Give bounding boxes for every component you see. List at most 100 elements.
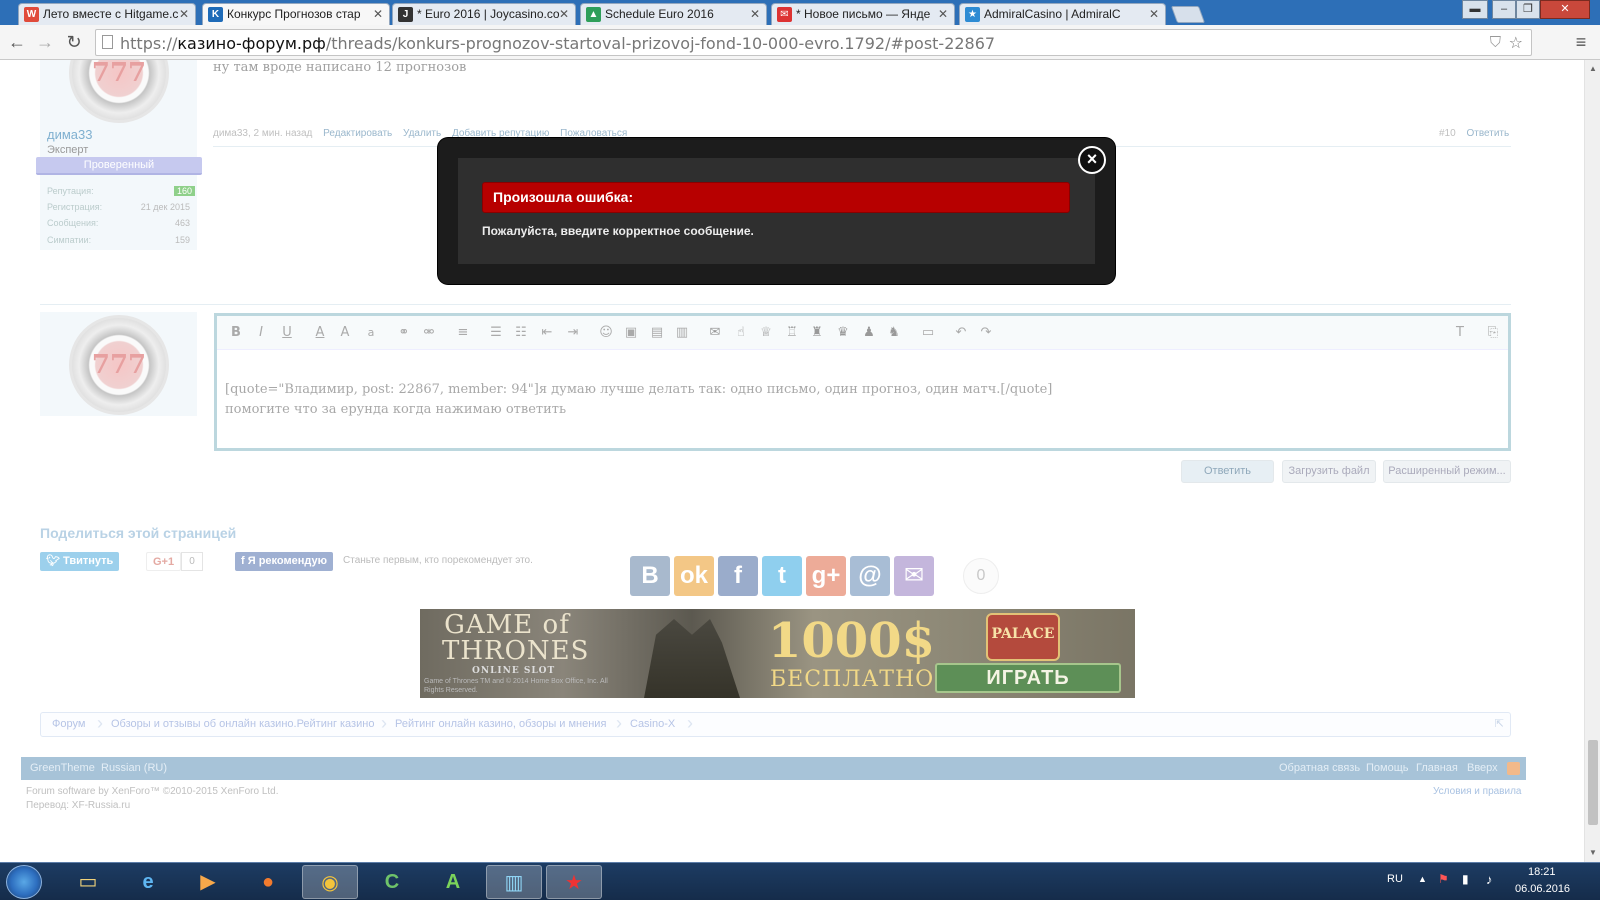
cup1-icon[interactable]: ♖ <box>783 324 801 342</box>
reply-link[interactable]: Ответить <box>1466 128 1509 139</box>
close-icon[interactable]: ✕ <box>373 4 383 25</box>
media-player-icon[interactable]: ▶ <box>180 865 236 899</box>
post-number[interactable]: #10 <box>1439 128 1456 139</box>
casino-banner[interactable]: GAME of THRONES ONLINE SLOT Game of Thro… <box>420 609 1135 698</box>
underline-icon[interactable]: U <box>278 324 296 342</box>
breadcrumb-item[interactable]: Форум <box>52 713 85 736</box>
clock-time[interactable]: 18:21 <box>1528 866 1556 878</box>
language-link[interactable]: Russian (RU) <box>101 757 167 780</box>
numbered-list-icon[interactable]: ☷ <box>512 324 530 342</box>
tweet-button[interactable]: 🐦︎ Твитнуть <box>40 552 120 571</box>
chrome-icon[interactable]: ◉ <box>302 865 358 899</box>
close-icon[interactable]: ✕ <box>559 4 569 25</box>
italic-icon[interactable]: I <box>252 324 270 342</box>
smiley-icon[interactable]: ☺ <box>597 324 615 342</box>
mailru-icon[interactable]: @ <box>850 556 890 596</box>
help-link[interactable]: Помощь <box>1366 757 1409 780</box>
theme-link[interactable]: GreenTheme <box>30 757 95 780</box>
tab-joycasino[interactable]: J * Euro 2016 | Joycasino.co ✕ <box>392 3 576 25</box>
close-icon[interactable]: ✕ <box>1149 4 1159 25</box>
new-tab-button[interactable] <box>1170 6 1206 23</box>
redo-icon[interactable]: ↷ <box>977 324 995 342</box>
address-bar[interactable]: https://казино-форум.рф/threads/konkurs-… <box>95 29 1532 56</box>
font-family-icon[interactable]: a <box>362 324 380 342</box>
back-icon[interactable]: ← <box>6 31 28 53</box>
facebook-recommend-button[interactable]: f Я рекомендую <box>235 552 333 571</box>
link-icon[interactable]: ⚭ <box>395 324 413 342</box>
jump-icon[interactable]: ⇱ <box>1495 717 1504 730</box>
reply-editor[interactable]: B I U A A a ⚭ ⚮ ≡ ☰ ☷ ⇤ ⇥ ☺ ▣ ▤ ▥ ✉ ☝ ♕ … <box>214 313 1511 451</box>
toggle-source-icon[interactable]: ⎘ <box>1484 324 1502 342</box>
unlink-icon[interactable]: ⚮ <box>420 324 438 342</box>
speech-icon[interactable]: ✉ <box>706 324 724 342</box>
scroll-thumb[interactable] <box>1588 740 1598 825</box>
tab-admiral[interactable]: ★ AdmiralCasino | AdmiralC ✕ <box>959 3 1166 25</box>
tab-konkurs[interactable]: K Конкурс Прогнозов стар ✕ <box>202 3 390 25</box>
window-close-button[interactable]: ✕ <box>1540 0 1590 19</box>
tab-hitgame[interactable]: W Лето вместе с Hitgame.c ✕ <box>18 3 196 25</box>
scroll-up-icon[interactable]: ▲ <box>1589 64 1597 73</box>
internet-explorer-icon[interactable]: e <box>120 865 176 899</box>
breadcrumb-item[interactable]: Рейтинг онлайн казино, обзоры и мнения <box>395 713 606 736</box>
pokerstars-icon[interactable]: ★ <box>546 865 602 899</box>
bookmark-star-icon[interactable]: ☆ <box>1509 33 1523 53</box>
bullet-list-icon[interactable]: ☰ <box>487 324 505 342</box>
avatar[interactable]: 777 <box>69 315 169 415</box>
minimize-button[interactable]: – <box>1492 0 1516 19</box>
language-indicator[interactable]: RU <box>1387 873 1403 885</box>
close-icon[interactable]: ✕ <box>750 4 760 25</box>
page-scrollbar[interactable]: ▲ ▼ <box>1584 60 1600 862</box>
cup2-icon[interactable]: ♜ <box>808 324 826 342</box>
advanced-mode-button[interactable]: Расширенный режим... <box>1383 460 1511 483</box>
reply-button[interactable]: Ответить <box>1181 460 1274 483</box>
editor-text[interactable]: [quote="Владимир, post: 22867, member: 9… <box>225 380 1052 420</box>
home-link[interactable]: Главная <box>1416 757 1458 780</box>
forward-icon[interactable]: → <box>34 31 56 53</box>
a-app-icon[interactable]: A <box>425 865 481 899</box>
username-link[interactable]: дима33 <box>47 127 92 142</box>
users-icon[interactable]: ♞ <box>885 324 903 342</box>
breadcrumb-item[interactable]: Casino-X <box>630 713 675 736</box>
reload-icon[interactable]: ↻ <box>63 31 85 53</box>
twitter-share-icon[interactable]: t <box>762 556 802 596</box>
shield-icon[interactable]: ⛉ <box>1490 34 1501 51</box>
gplus-share-icon[interactable]: g+ <box>806 556 846 596</box>
email-share-icon[interactable]: ✉ <box>894 556 934 596</box>
close-icon[interactable]: ✕ <box>179 4 189 25</box>
upload-file-button[interactable]: Загрузить файл <box>1282 460 1376 483</box>
c-app-icon[interactable]: C <box>364 865 420 899</box>
volume-icon[interactable]: ♪ <box>1486 872 1493 887</box>
gplus-button[interactable]: G+1 <box>146 552 182 571</box>
banner-play-button[interactable]: ИГРАТЬ <box>935 663 1121 693</box>
cup3-icon[interactable]: ♛ <box>834 324 852 342</box>
copyright-text[interactable]: Forum software by XenForo™ ©2010-2015 Xe… <box>26 786 279 797</box>
scroll-down-icon[interactable]: ▼ <box>1589 848 1597 857</box>
user-icon[interactable]: ▬ <box>1462 0 1488 19</box>
odnoklassniki-icon[interactable]: ok <box>674 556 714 596</box>
url-text[interactable]: https://казино-форум.рф/threads/konkurs-… <box>120 34 995 53</box>
user-icon[interactable]: ♟ <box>860 324 878 342</box>
contact-link[interactable]: Обратная связь <box>1279 757 1360 780</box>
facebook-share-icon[interactable]: f <box>718 556 758 596</box>
close-icon[interactable]: × <box>1078 146 1106 174</box>
breadcrumb-item[interactable]: Обзоры и отзывы об онлайн казино.Рейтинг… <box>111 713 374 736</box>
image-icon[interactable]: ▣ <box>622 324 640 342</box>
remove-format-icon[interactable]: T <box>1451 324 1469 342</box>
start-button[interactable] <box>6 865 42 899</box>
quote-icon[interactable]: ▥ <box>673 324 691 342</box>
save-icon[interactable]: ▭ <box>919 324 937 342</box>
close-icon[interactable]: ✕ <box>938 4 948 25</box>
firefox-icon[interactable]: ● <box>240 865 296 899</box>
trophy-icon[interactable]: ♕ <box>757 324 775 342</box>
post-author-time[interactable]: дима33, 2 мин. назад <box>213 128 312 139</box>
font-color-icon[interactable]: A <box>311 324 329 342</box>
explorer-icon[interactable]: ▭ <box>60 865 116 899</box>
align-icon[interactable]: ≡ <box>454 324 472 342</box>
edit-link[interactable]: Редактировать <box>323 128 392 139</box>
flag-icon[interactable]: ⚑ <box>1438 872 1449 886</box>
network-icon[interactable]: ▮ <box>1462 872 1469 886</box>
rss-icon[interactable] <box>1507 762 1520 775</box>
outdent-icon[interactable]: ⇤ <box>538 324 556 342</box>
undo-icon[interactable]: ↶ <box>952 324 970 342</box>
delete-link[interactable]: Удалить <box>403 128 441 139</box>
